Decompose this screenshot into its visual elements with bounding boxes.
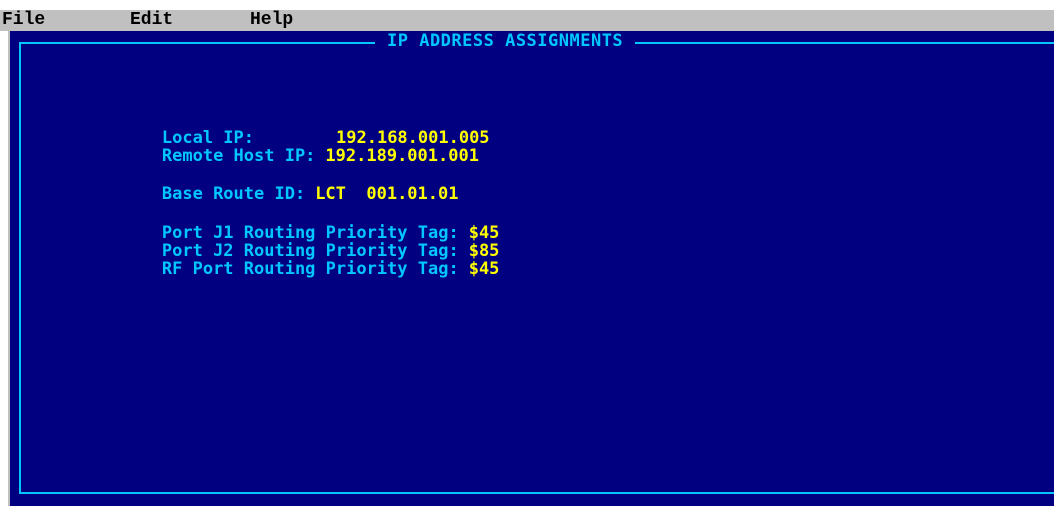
remote-host-ip-value[interactable]: 192.189.001.001 [325, 146, 479, 166]
menu-bar: File Edit Help [0, 10, 1054, 31]
rf-port-priority-label: RF Port Routing Priority Tag: [161, 259, 459, 279]
ip-settings: Local IP: 192.168.001.005 Remote Host IP:… [80, 111, 500, 278]
console-area: IP ADDRESS ASSIGNMENTS Local IP: 192.168.… [8, 31, 1054, 506]
remote-host-ip-label: Remote Host IP: [161, 146, 316, 166]
base-route-id-label: Base Route ID: [161, 184, 306, 204]
rf-port-priority-value[interactable]: $45 [469, 259, 500, 279]
menu-edit[interactable]: Edit [130, 10, 173, 30]
base-route-id-value[interactable]: LCT 001.01.01 [315, 184, 458, 204]
panel-title: IP ADDRESS ASSIGNMENTS [375, 31, 636, 51]
terminal-screen: File Edit Help IP ADDRESS ASSIGNMENTS Lo… [0, 0, 1054, 506]
rf-port-priority-row: RF Port Routing Priority Tag: $45 [80, 242, 500, 296]
menu-file[interactable]: File [2, 10, 45, 30]
menu-help[interactable]: Help [250, 10, 293, 30]
